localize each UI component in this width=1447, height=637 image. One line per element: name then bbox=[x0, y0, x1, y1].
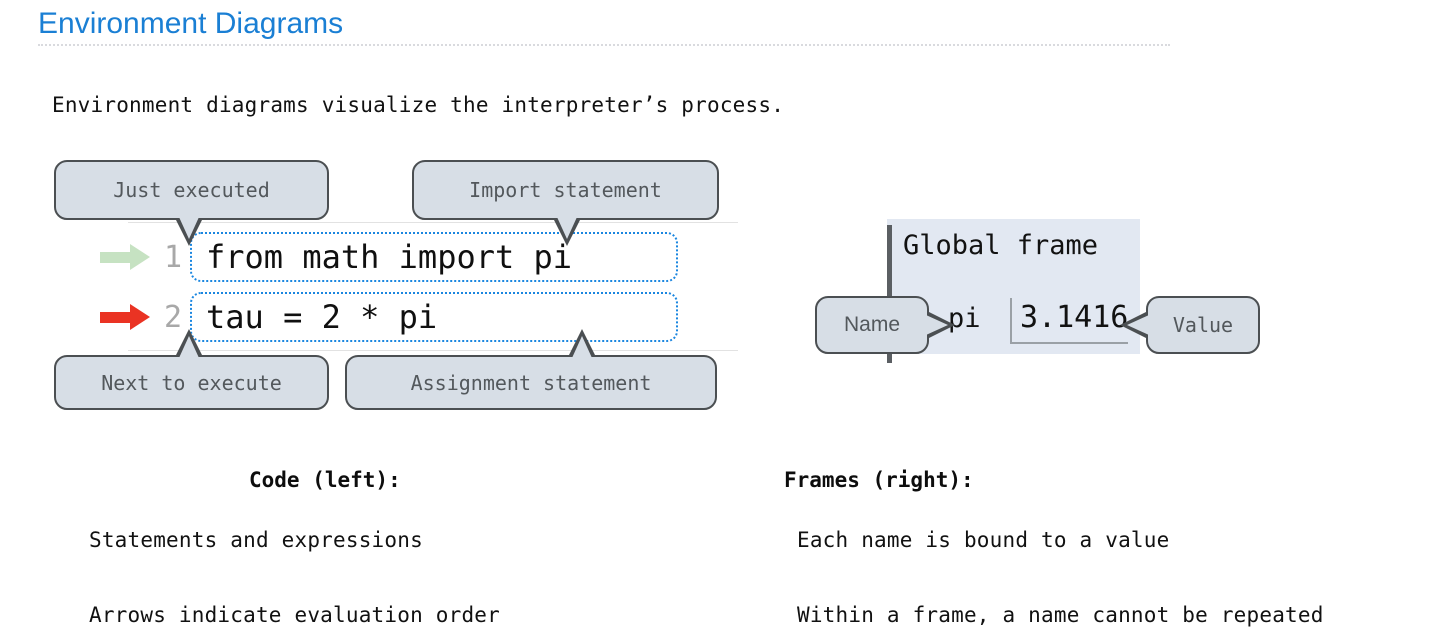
callout-tail-fill-icon bbox=[179, 217, 199, 239]
binding-value-pi: 3.1416 bbox=[1010, 298, 1129, 344]
callout-next-to-execute: Next to execute bbox=[54, 329, 329, 410]
callout-label: Just executed bbox=[113, 178, 270, 202]
right-column-heading: Frames (right): bbox=[784, 468, 974, 492]
code-panel-top-rule bbox=[128, 222, 738, 223]
callout-label: Value bbox=[1172, 313, 1234, 337]
right-column-bullet-2: Within a frame, a name cannot be repeate… bbox=[797, 603, 1324, 627]
left-column-bullet-2: Arrows indicate evaluation order bbox=[89, 603, 500, 627]
code-panel-bottom-rule bbox=[128, 350, 738, 351]
callout-name: Name bbox=[815, 296, 955, 354]
global-frame-title: Global frame bbox=[903, 230, 1099, 261]
title-divider bbox=[38, 44, 1170, 46]
callout-label: Next to execute bbox=[101, 370, 282, 395]
page-title: Environment Diagrams bbox=[38, 7, 344, 40]
code-statement-2[interactable]: tau = 2 * pi bbox=[190, 292, 678, 342]
callout-value: Value bbox=[1120, 296, 1260, 354]
callout-label: Name bbox=[843, 313, 901, 336]
callout-tail-fill-icon bbox=[557, 217, 577, 239]
callout-import-statement: Import statement bbox=[412, 160, 719, 246]
right-column-bullet-1: Each name is bound to a value bbox=[797, 528, 1170, 552]
callout-just-executed: Just executed bbox=[54, 160, 329, 246]
red-right-arrow-icon bbox=[100, 304, 156, 330]
callout-tail-fill-icon bbox=[1127, 315, 1149, 335]
callout-tail-fill-icon bbox=[572, 336, 592, 358]
intro-text: Environment diagrams visualize the inter… bbox=[52, 93, 785, 117]
callout-label: Import statement bbox=[469, 178, 662, 202]
left-column-heading: Code (left): bbox=[249, 468, 401, 492]
callout-tail-fill-icon bbox=[179, 336, 199, 358]
callout-label: Assignment statement bbox=[410, 370, 652, 395]
code-statement-1[interactable]: from math import pi bbox=[190, 232, 678, 282]
left-column-bullet-1: Statements and expressions bbox=[89, 528, 423, 552]
green-right-arrow-icon bbox=[100, 244, 156, 270]
callout-tail-fill-icon bbox=[926, 315, 948, 335]
callout-assignment-statement: Assignment statement bbox=[345, 329, 717, 410]
